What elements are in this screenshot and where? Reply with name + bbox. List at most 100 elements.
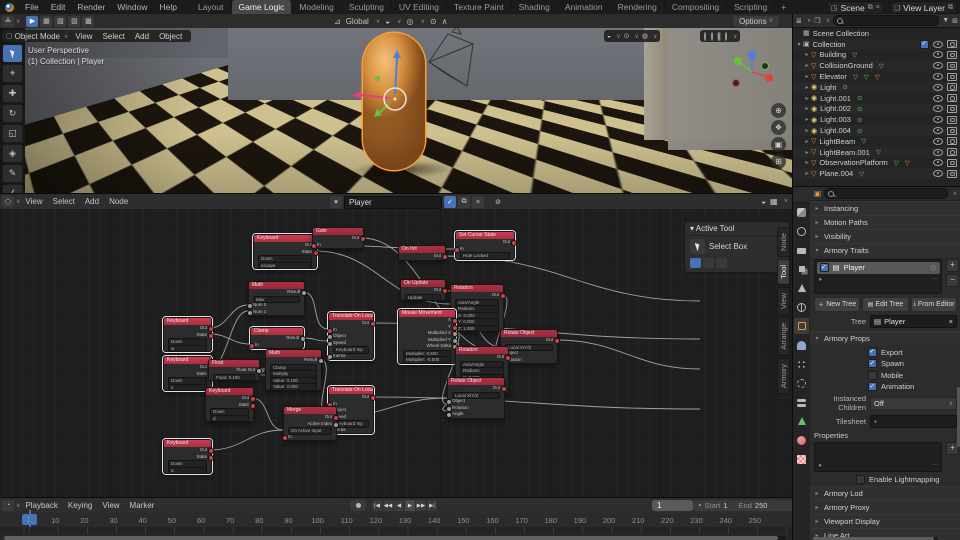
- panel-armory-props[interactable]: ▾Armory Props: [810, 331, 960, 345]
- trait-settings-icon[interactable]: ⊙: [930, 263, 936, 272]
- logic-node-keyboard-11[interactable]: KeyboardOutStateDowns: [163, 356, 212, 391]
- menu-help[interactable]: Help: [153, 0, 182, 14]
- render-camera-icon[interactable]: [947, 116, 957, 124]
- display-mode-icon[interactable]: ≣: [796, 17, 802, 25]
- viewport-3d[interactable]: ▢ Object Mode ∨ ViewSelectAddObject ◒∨ ⊙…: [0, 28, 792, 193]
- outliner-item-lightbeam[interactable]: ▸▽LightBeam▽: [793, 136, 960, 147]
- snap-icon[interactable]: ◒: [761, 197, 766, 206]
- tool-fallback-icon-4[interactable]: ▩: [82, 16, 94, 27]
- filter-icon[interactable]: ▼: [942, 17, 949, 24]
- node-field-z-1-000[interactable]: Z: 1.000: [451, 325, 503, 332]
- lightmapping-checkbox[interactable]: [856, 475, 865, 484]
- render-camera-icon[interactable]: [947, 40, 957, 48]
- properties-tab-scene[interactable]: [794, 280, 809, 296]
- tool-cursor[interactable]: ⌖: [2, 64, 23, 83]
- zoom-button[interactable]: ⊕: [771, 103, 786, 118]
- visibility-eye-icon[interactable]: [933, 149, 943, 156]
- snap-magnet-icon[interactable]: ◒: [385, 17, 390, 26]
- disclosure-icon[interactable]: ▸: [803, 95, 811, 102]
- node-field-value[interactable]: Multiplier: -0.500: [403, 356, 451, 364]
- shading-rendered[interactable]: [724, 32, 728, 41]
- pivot-icon[interactable]: ⊙: [430, 17, 437, 26]
- new-collection-icon[interactable]: ⊞: [952, 17, 958, 25]
- render-camera-icon[interactable]: [947, 137, 957, 145]
- menu-render[interactable]: Render: [71, 0, 111, 14]
- panel-armory-traits[interactable]: ▾Armory Traits: [810, 243, 960, 257]
- logic-node-set-cursor-state-3[interactable]: Set Cursor StateOutInHide Locked: [455, 231, 515, 260]
- jump-to-start-button[interactable]: |◀: [372, 500, 383, 511]
- clear-tree-icon[interactable]: ×: [949, 317, 953, 326]
- render-camera-icon[interactable]: [947, 62, 957, 70]
- browse-tree-icon[interactable]: ▾: [330, 196, 342, 208]
- workspace-tab-animation[interactable]: Animation: [558, 0, 611, 14]
- outliner-item-light-003[interactable]: ▸◉Light.003⊙: [793, 114, 960, 125]
- instanced-children-dropdown[interactable]: Off ∨: [870, 397, 957, 410]
- add-workspace-button[interactable]: +: [775, 2, 792, 12]
- options-button[interactable]: Options∨: [733, 16, 779, 27]
- render-camera-icon[interactable]: [947, 159, 957, 167]
- workspace-tab-scripting[interactable]: Scripting: [727, 0, 775, 14]
- previous-keyframe-button[interactable]: ◀◀: [383, 500, 394, 511]
- outliner-item-light-004[interactable]: ▸◉Light.004⊙: [793, 125, 960, 136]
- node-field-escape[interactable]: escape: [254, 262, 316, 269]
- render-camera-icon[interactable]: [947, 170, 957, 178]
- node-field-w[interactable]: w: [164, 345, 211, 352]
- node-field-s[interactable]: s: [164, 384, 211, 391]
- properties-tab-texture[interactable]: [794, 451, 809, 467]
- tool-fallback-icon-1[interactable]: ▦: [40, 16, 52, 27]
- editor-type-icon[interactable]: ⬡: [2, 196, 14, 207]
- auto-keying-button[interactable]: [350, 500, 366, 511]
- keyframe-strip[interactable]: [0, 527, 792, 534]
- tree-selector-field[interactable]: ▤ Player ×: [870, 315, 957, 328]
- socket-in[interactable]: [311, 243, 317, 249]
- node-field-update[interactable]: Update: [401, 294, 445, 301]
- properties-tab-world[interactable]: [794, 299, 809, 315]
- disclosure-icon[interactable]: ▸: [803, 127, 811, 134]
- visibility-eye-icon[interactable]: [933, 73, 943, 80]
- overlay-icon[interactable]: ▦: [770, 197, 778, 206]
- start-frame-field[interactable]: 1: [723, 501, 727, 510]
- viewport-menu-view[interactable]: View: [70, 32, 97, 41]
- node-field-value[interactable]: Z: 1.000: [455, 325, 499, 333]
- outliner-item-elevator[interactable]: ▸▽Elevator▽▽▽: [793, 71, 960, 82]
- node-field-value[interactable]: Update: [405, 294, 441, 302]
- active-tool-icon[interactable]: ▶: [26, 16, 38, 27]
- orientation-dropdown[interactable]: Global: [346, 17, 369, 26]
- node-canvas[interactable]: KeyboardOutStateDownescapeGateOutInOn In…: [0, 209, 792, 498]
- list-expand-icon[interactable]: ▸: [819, 275, 822, 283]
- frame-ruler[interactable]: 1 10203040506070809010011012013014015016…: [0, 513, 792, 527]
- editor-type-icon[interactable]: ⟁: [2, 16, 14, 27]
- logic-node-keyboard-13[interactable]: KeyboardOutStateDowna: [163, 439, 212, 474]
- navigation-gizmo[interactable]: [733, 51, 774, 87]
- visibility-eye-icon[interactable]: [933, 159, 943, 166]
- from-editor-button[interactable]: ⤓From Editor: [911, 297, 957, 312]
- panel-armory-proxy[interactable]: ▸Armory Proxy: [810, 500, 960, 514]
- edit-tree-button[interactable]: ▤Edit Tree: [862, 297, 908, 312]
- socket-in[interactable]: [249, 343, 255, 349]
- node-menu-view[interactable]: View: [20, 197, 47, 206]
- timeline-menu-view[interactable]: View: [97, 501, 124, 510]
- trait-item-player[interactable]: ▤ Player ⊙: [817, 262, 940, 274]
- timeline-menu-marker[interactable]: Marker: [125, 501, 160, 510]
- socket-in[interactable]: [282, 435, 288, 441]
- visibility-eye-icon[interactable]: [933, 138, 943, 145]
- visibility-eye-icon[interactable]: [933, 41, 943, 48]
- outliner-item-plane-004[interactable]: ▸▽Plane.004▽: [793, 168, 960, 179]
- render-camera-icon[interactable]: [947, 94, 957, 102]
- outliner-item-observationplatform[interactable]: ▸▽ObservationPlatform▽▽: [793, 158, 960, 169]
- panel-instancing[interactable]: ▸Instancing: [810, 201, 960, 215]
- outliner-row-scene-collection[interactable]: ▦Scene Collection: [793, 28, 960, 39]
- editor-type-icon[interactable]: ◔: [2, 500, 14, 511]
- tool-move[interactable]: ✚: [2, 84, 23, 103]
- viewport-menu-add[interactable]: Add: [130, 32, 154, 41]
- viewport-menu-select[interactable]: Select: [98, 32, 130, 41]
- camera-wireframe[interactable]: [429, 28, 473, 86]
- tilesheet-field[interactable]: ▪: [870, 415, 957, 428]
- workspace-tab-game-logic[interactable]: Game Logic: [232, 0, 293, 14]
- pan-button[interactable]: ❖: [771, 120, 786, 135]
- logic-node-keyboard-10[interactable]: KeyboardOutStateDownw: [163, 317, 212, 352]
- visibility-eye-icon[interactable]: [933, 127, 943, 134]
- logic-node-merge-20[interactable]: MergeOutActive IndexOn Active InputIn: [283, 406, 337, 441]
- node-field-value[interactable]: s: [168, 384, 207, 392]
- workspace-tab-compositing[interactable]: Compositing: [665, 0, 727, 14]
